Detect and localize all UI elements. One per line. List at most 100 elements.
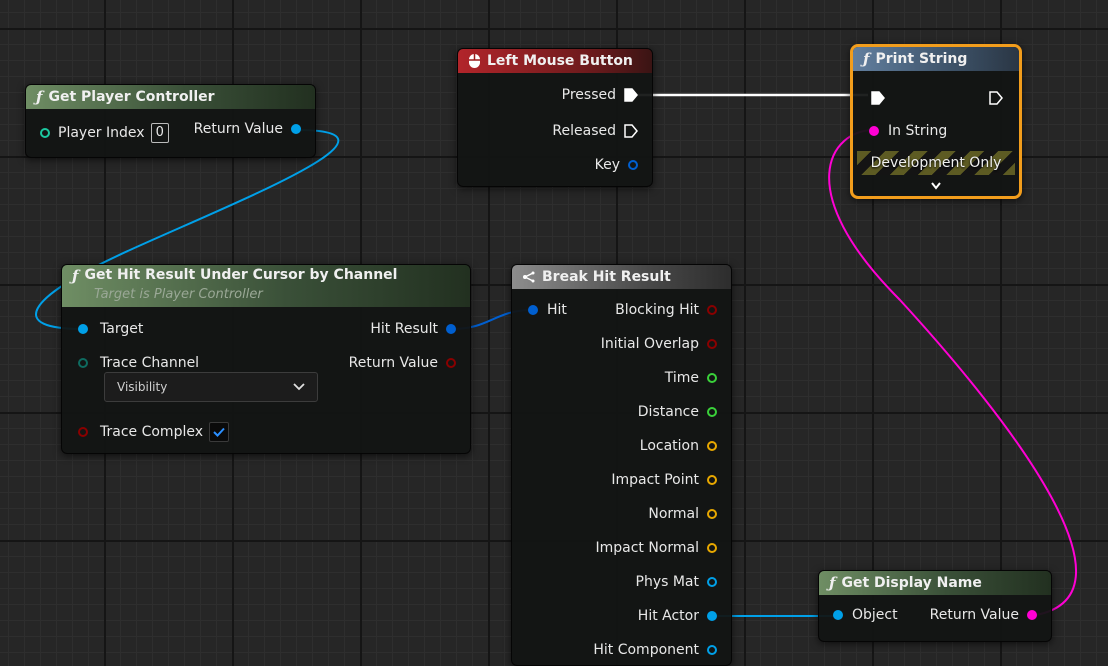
exec-pin[interactable] <box>624 88 638 102</box>
pin-row-output: Initial Overlap <box>601 336 717 352</box>
trace-complex-checkbox[interactable] <box>209 422 229 442</box>
pin-row-player-index: Player Index 0 <box>40 123 169 143</box>
pin-row-in-string: In String <box>869 123 947 139</box>
pin-label: Location <box>639 438 699 454</box>
bool-pin[interactable] <box>78 427 88 437</box>
node-title: Print String <box>875 51 968 67</box>
node-left-mouse-button[interactable]: Left Mouse Button Pressed Released Key <box>457 48 653 187</box>
pin-label: Released <box>552 123 616 139</box>
pin-row-output: Blocking Hit <box>615 302 717 318</box>
pin-row-trace-channel: Trace Channel <box>78 355 199 371</box>
pin-label: Return Value <box>348 355 438 371</box>
node-header: ƒ Get Hit Result Under Cursor by Channel… <box>62 265 470 307</box>
object-pin[interactable] <box>707 577 717 587</box>
node-get-player-controller[interactable]: ƒ Get Player Controller Player Index 0 R… <box>25 84 316 158</box>
pin-label: Pressed <box>561 87 616 103</box>
function-icon: ƒ <box>829 574 836 592</box>
pin-label: In String <box>888 123 948 139</box>
string-pin[interactable] <box>1027 610 1037 620</box>
pin-label: Distance <box>637 404 699 420</box>
vector-pin[interactable] <box>707 509 717 519</box>
pin-row-output: Time <box>665 370 717 386</box>
string-pin[interactable] <box>869 126 879 136</box>
node-header: ƒ Print String <box>853 47 1019 71</box>
exec-pin[interactable] <box>624 124 638 138</box>
vector-pin[interactable] <box>707 441 717 451</box>
pin-row-output: Normal <box>648 506 717 522</box>
node-header: ƒ Get Display Name <box>819 571 1051 595</box>
node-header: ƒ Get Player Controller <box>26 85 315 109</box>
banner-label: Development Only <box>870 155 1002 171</box>
object-pin[interactable] <box>707 645 717 655</box>
pin-row-output: Location <box>640 438 717 454</box>
pin-row-output: Phys Mat <box>635 574 717 590</box>
bool-pin[interactable] <box>707 339 717 349</box>
float-pin[interactable] <box>707 407 717 417</box>
byte-pin[interactable] <box>78 358 88 368</box>
bool-pin[interactable] <box>446 358 456 368</box>
object-pin[interactable] <box>78 324 88 334</box>
pin-label: Impact Normal <box>595 540 699 556</box>
pin-row-return-value: Return Value <box>349 355 456 371</box>
struct-pin[interactable] <box>528 305 538 315</box>
pin-row-key: Key <box>595 157 638 173</box>
pin-row-object: Object <box>833 607 898 623</box>
pin-row-return-value: Return Value <box>194 121 301 137</box>
pin-label: Hit Actor <box>637 608 699 624</box>
pin-row-return-value: Return Value <box>930 607 1037 623</box>
pin-label: Initial Overlap <box>600 336 699 352</box>
function-icon: ƒ <box>36 88 43 106</box>
check-icon <box>213 427 225 437</box>
chevron-down-icon <box>293 380 305 394</box>
pin-label: Trace Channel <box>100 355 200 371</box>
node-title: Get Hit Result Under Cursor by Channel <box>84 267 398 283</box>
node-subtitle: Target is Player Controller <box>94 287 263 302</box>
object-pin[interactable] <box>707 611 717 621</box>
vector-pin[interactable] <box>707 475 717 485</box>
exec-in-pin[interactable] <box>871 91 885 105</box>
pin-row-hit-result: Hit Result <box>370 321 456 337</box>
pin-row-released: Released <box>552 123 638 139</box>
pin-row-output: Impact Normal <box>595 540 717 556</box>
object-pin[interactable] <box>833 610 843 620</box>
node-header: Break Hit Result <box>512 265 731 289</box>
node-header: Left Mouse Button <box>458 49 652 73</box>
node-break-hit-result[interactable]: Break Hit Result Hit Blocking Hit Initial… <box>511 264 732 666</box>
pin-label: Trace Complex <box>100 424 203 440</box>
struct-pin[interactable] <box>446 324 456 334</box>
mouse-icon <box>468 53 481 69</box>
pin-row-output: Hit Component <box>593 642 717 658</box>
node-get-display-name[interactable]: ƒ Get Display Name Object Return Value <box>818 570 1052 642</box>
exec-out-pin[interactable] <box>989 91 1003 105</box>
pin-label: Blocking Hit <box>615 302 699 318</box>
pin-row-pressed: Pressed <box>562 87 638 103</box>
struct-pin[interactable] <box>628 160 638 170</box>
pin-label: Object <box>852 607 898 623</box>
pin-label: Phys Mat <box>635 574 700 590</box>
int-pin[interactable] <box>40 128 50 138</box>
break-struct-icon <box>522 271 536 283</box>
float-pin[interactable] <box>707 373 717 383</box>
pin-row-hit: Hit <box>528 302 567 318</box>
node-get-hit-result-under-cursor[interactable]: ƒ Get Hit Result Under Cursor by Channel… <box>61 264 471 454</box>
bool-pin[interactable] <box>707 305 717 315</box>
dropdown-value: Visibility <box>117 380 168 394</box>
vector-pin[interactable] <box>707 543 717 553</box>
node-print-string[interactable]: ƒ Print String In String Development Onl… <box>850 44 1022 199</box>
object-pin[interactable] <box>291 124 301 134</box>
function-icon: ƒ <box>863 50 870 68</box>
development-only-banner: Development Only <box>857 151 1015 175</box>
pin-row-output: Distance <box>638 404 717 420</box>
node-title: Break Hit Result <box>542 269 671 285</box>
pin-label: Player Index <box>58 125 145 141</box>
trace-channel-dropdown[interactable]: Visibility <box>104 372 318 402</box>
pin-label: Impact Point <box>611 472 699 488</box>
player-index-input[interactable]: 0 <box>150 123 169 143</box>
node-title: Get Display Name <box>841 575 982 591</box>
pin-label: Normal <box>648 506 699 522</box>
function-icon: ƒ <box>72 267 79 285</box>
wire-display-name-to-in-string[interactable] <box>828 129 1077 617</box>
chevron-down-icon[interactable] <box>930 176 942 195</box>
pin-label: Time <box>664 370 699 386</box>
pin-label: Key <box>594 157 620 173</box>
